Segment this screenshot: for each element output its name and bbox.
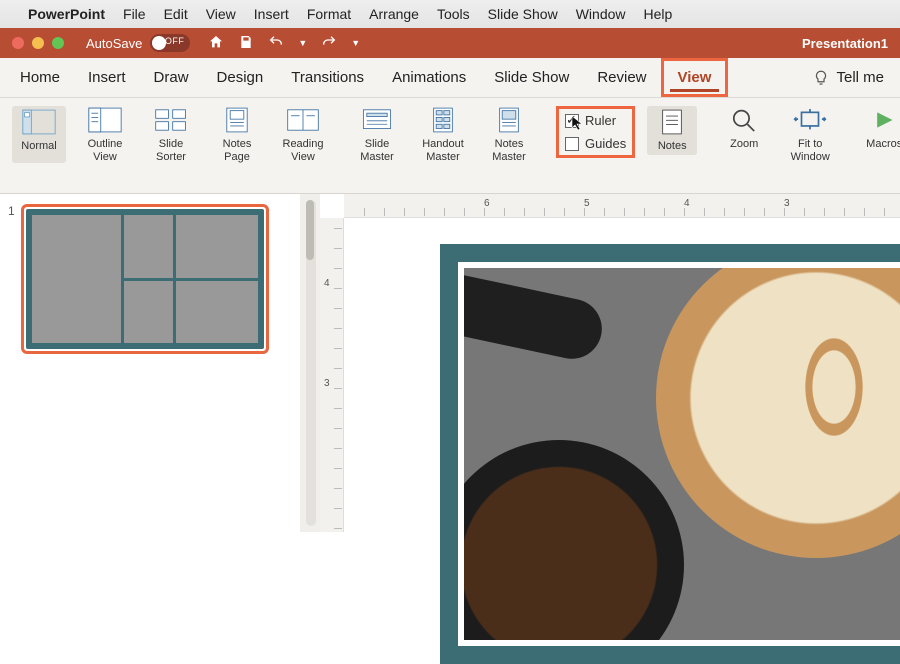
normal-view-button[interactable]: Normal [12, 106, 66, 163]
tab-design[interactable]: Design [203, 61, 278, 94]
tab-view[interactable]: View [661, 58, 729, 97]
thumbnail-scrollbar[interactable] [300, 194, 320, 532]
autosave-state: OFF [165, 36, 185, 46]
outline-view-label: Outline View [78, 138, 132, 163]
guides-label: Guides [585, 136, 626, 151]
slide-1-thumbnail[interactable] [21, 204, 269, 354]
undo-dropdown-icon[interactable]: ▼ [298, 38, 307, 48]
handout-master-label: Handout Master [416, 138, 470, 163]
tab-slideshow[interactable]: Slide Show [480, 61, 583, 94]
menu-insert[interactable]: Insert [254, 6, 289, 22]
group-macros: Macros [851, 104, 900, 151]
notes-button[interactable]: Notes [647, 106, 697, 155]
v-ruler-tick: 3 [324, 378, 330, 389]
ribbon-tabs: Home Insert Draw Design Transitions Anim… [0, 58, 900, 98]
group-zoom: Zoom Fit to Window [711, 104, 847, 163]
menu-help[interactable]: Help [644, 6, 673, 22]
slide-master-label: Slide Master [350, 138, 404, 163]
tab-review[interactable]: Review [583, 61, 660, 94]
ruler-guides-highlight: Ruler Guides [556, 106, 635, 158]
redo-icon[interactable] [321, 34, 337, 53]
tab-draw[interactable]: Draw [140, 61, 203, 94]
group-presentation-views: Normal Outline View Slide Sorter Notes P… [6, 104, 340, 163]
slide-canvas-area: 6 5 4 3 4 3 [320, 194, 900, 532]
autosave-toggle[interactable]: AutoSave OFF [86, 34, 190, 52]
autosave-label: AutoSave [86, 36, 142, 51]
notes-page-button[interactable]: Notes Page [210, 106, 264, 163]
cursor-arrow-icon [571, 115, 587, 131]
slide-number: 1 [8, 204, 15, 532]
slide-sorter-button[interactable]: Slide Sorter [144, 106, 198, 163]
fit-to-window-button[interactable]: Fit to Window [783, 106, 837, 163]
minimize-window-icon[interactable] [32, 37, 44, 49]
ribbon-view: Normal Outline View Slide Sorter Notes P… [0, 98, 900, 194]
notes-label: Notes [658, 140, 687, 153]
close-window-icon[interactable] [12, 37, 24, 49]
ruler-checkbox[interactable]: Ruler [565, 113, 626, 128]
fullscreen-window-icon[interactable] [52, 37, 64, 49]
slide-master-button[interactable]: Slide Master [350, 106, 404, 163]
group-master-views: Slide Master Handout Master Notes Master [344, 104, 546, 163]
reading-view-button[interactable]: Reading View [276, 106, 330, 163]
home-icon[interactable] [208, 34, 224, 53]
guides-checkbox[interactable]: Guides [565, 136, 626, 151]
save-icon[interactable] [238, 34, 254, 53]
fit-to-window-label: Fit to Window [783, 138, 837, 163]
group-show: Ruler Guides Notes [550, 104, 707, 158]
normal-view-label: Normal [21, 140, 56, 153]
window-controls [12, 37, 64, 49]
zoom-button[interactable]: Zoom [717, 106, 771, 163]
slide-image-placeholder[interactable] [464, 268, 900, 640]
mac-menubar: PowerPoint File Edit View Insert Format … [0, 0, 900, 28]
notes-master-button[interactable]: Notes Master [482, 106, 536, 163]
slide-thumbnail-panel: 1 [0, 194, 300, 532]
outline-view-button[interactable]: Outline View [78, 106, 132, 163]
zoom-label: Zoom [730, 138, 758, 151]
notes-page-label: Notes Page [210, 138, 264, 163]
macros-label: Macros [866, 138, 900, 151]
slide-sorter-label: Slide Sorter [144, 138, 198, 163]
tab-home[interactable]: Home [6, 61, 74, 94]
document-title: Presentation1 [802, 36, 888, 51]
menu-format[interactable]: Format [307, 6, 351, 22]
menu-slideshow[interactable]: Slide Show [488, 6, 558, 22]
workspace: 1 6 5 4 3 4 3 [0, 194, 900, 532]
horizontal-ruler[interactable]: 6 5 4 3 [344, 194, 900, 218]
lightbulb-icon[interactable] [812, 69, 830, 87]
tab-animations[interactable]: Animations [378, 61, 480, 94]
undo-icon[interactable] [268, 34, 284, 53]
tab-insert[interactable]: Insert [74, 61, 140, 94]
handout-master-button[interactable]: Handout Master [416, 106, 470, 163]
reading-view-label: Reading View [276, 138, 330, 163]
checkbox-unchecked-icon [565, 137, 579, 151]
vertical-ruler[interactable]: 4 3 [320, 218, 344, 532]
v-ruler-tick: 4 [324, 278, 330, 289]
notes-master-label: Notes Master [482, 138, 536, 163]
tab-transitions[interactable]: Transitions [277, 61, 378, 94]
menu-edit[interactable]: Edit [164, 6, 188, 22]
qat-customize-icon[interactable]: ▼ [351, 38, 360, 48]
menu-file[interactable]: File [123, 6, 146, 22]
menu-arrange[interactable]: Arrange [369, 6, 419, 22]
slide-canvas[interactable] [440, 244, 900, 664]
titlebar: AutoSave OFF ▼ ▼ Presentation1 [0, 28, 900, 58]
autosave-switch[interactable]: OFF [150, 34, 190, 52]
app-name[interactable]: PowerPoint [28, 6, 105, 22]
menu-window[interactable]: Window [576, 6, 626, 22]
tell-me-search[interactable]: Tell me [836, 69, 884, 86]
ruler-label: Ruler [585, 113, 616, 128]
menu-tools[interactable]: Tools [437, 6, 470, 22]
macros-button[interactable]: Macros [857, 106, 900, 151]
menu-view[interactable]: View [206, 6, 236, 22]
